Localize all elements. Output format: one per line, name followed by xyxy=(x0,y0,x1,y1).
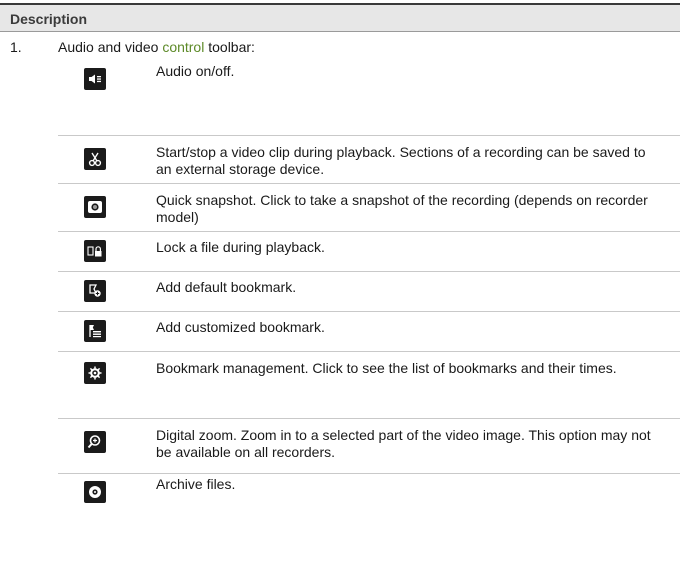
toolbar-row-bookmark-management: Bookmark management. Click to see the li… xyxy=(58,351,680,418)
toolbar-desc-lock: Lock a file during playback. xyxy=(156,239,325,255)
toolbar-row-digital-zoom: Digital zoom. Zoom in to a selected part… xyxy=(58,418,680,473)
toolbar-desc-clip: Start/stop a video clip during playback.… xyxy=(156,144,646,177)
bookmark-management-icon xyxy=(84,362,106,384)
column-header-description: Description xyxy=(10,11,88,27)
item-number: 1. xyxy=(10,39,22,55)
lock-file-icon xyxy=(84,240,106,262)
toolbar-desc-snapshot: Quick snapshot. Click to take a snapshot… xyxy=(156,192,648,225)
intro-highlight-link: control xyxy=(162,39,205,55)
toolbar-desc-bookmark-management: Bookmark management. Click to see the li… xyxy=(156,360,617,376)
row-divider xyxy=(58,231,680,232)
row-divider xyxy=(58,311,680,312)
table-header xyxy=(0,5,680,32)
item-intro: Audio and video control toolbar: xyxy=(58,39,255,55)
digital-zoom-icon xyxy=(84,431,106,453)
toolbar-row-clip: Start/stop a video clip during playback.… xyxy=(58,135,680,183)
row-divider xyxy=(58,473,680,474)
intro-text-before: Audio and video xyxy=(58,39,163,55)
camera-snapshot-icon xyxy=(84,196,106,218)
row-divider xyxy=(58,351,680,352)
row-divider xyxy=(58,418,680,419)
audio-icon xyxy=(84,68,106,90)
toolbar-row-customized-bookmark: Add customized bookmark. xyxy=(58,311,680,351)
toolbar-row-archive: Archive files. xyxy=(58,473,680,533)
default-bookmark-icon xyxy=(84,280,106,302)
row-divider xyxy=(58,271,680,272)
toolbar-desc-customized-bookmark: Add customized bookmark. xyxy=(156,319,325,335)
scissors-clip-icon xyxy=(84,148,106,170)
toolbar-row-default-bookmark: Add default bookmark. xyxy=(58,271,680,311)
toolbar-desc-default-bookmark: Add default bookmark. xyxy=(156,279,297,295)
toolbar-desc-digital-zoom: Digital zoom. Zoom in to a selected part… xyxy=(156,427,651,460)
row-divider xyxy=(58,183,680,184)
customized-bookmark-icon xyxy=(84,320,106,342)
toolbar-row-audio: Audio on/off. xyxy=(58,58,680,135)
toolbar-row-snapshot: Quick snapshot. Click to take a snapshot… xyxy=(58,183,680,231)
row-divider xyxy=(58,135,680,136)
archive-files-icon xyxy=(84,481,106,503)
toolbar-desc-audio: Audio on/off. xyxy=(156,63,235,79)
toolbar-row-lock: Lock a file during playback. xyxy=(58,231,680,271)
toolbar-desc-archive: Archive files. xyxy=(156,476,236,492)
intro-text-after: toolbar: xyxy=(204,39,255,55)
